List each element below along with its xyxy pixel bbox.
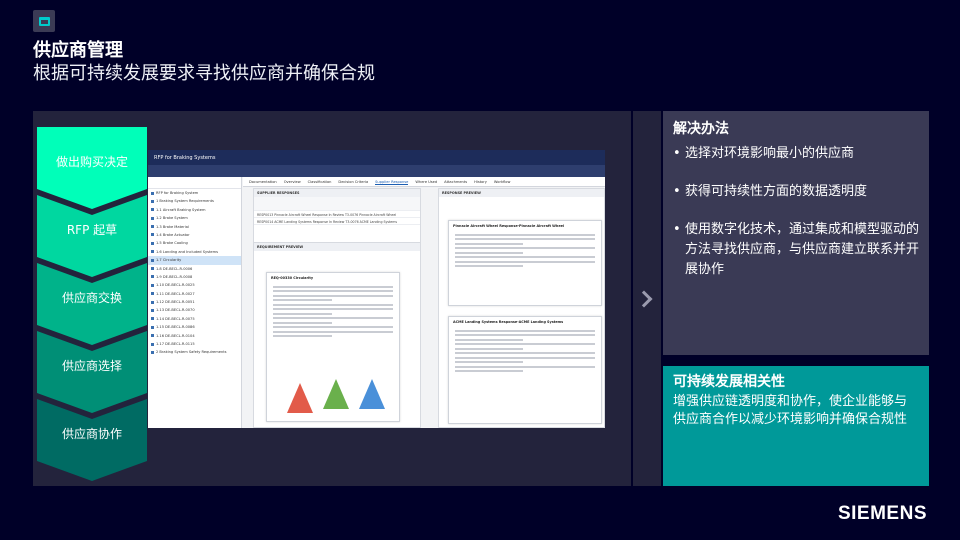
supplier-row: RESP0013 Pinnacle Aircraft Wheel Respons… xyxy=(254,211,420,218)
tree-node[interactable]: RFP for Braking System xyxy=(148,189,241,197)
process-step-label: RFP 起草 xyxy=(66,223,118,237)
tree-node[interactable]: 1.15 DE-BECL-R-0086 xyxy=(148,323,241,331)
solution-list: 选择对环境影响最小的供应商 获得可持续性方面的数据透明度 使用数字化技术，通过集… xyxy=(673,144,919,280)
screenshot-tab[interactable]: Supplier Response xyxy=(375,180,409,185)
screenshot-tab[interactable]: Attachments xyxy=(444,180,467,184)
tree-node[interactable]: 1.11 DE-BECL-R-0027 xyxy=(148,290,241,298)
sustainability-card: 可持续发展相关性 增强供应链透明度和协作，使企业能够与供应商合作以减少环境影响并… xyxy=(663,366,929,486)
tree-node[interactable]: 1.6 Landing and Included Systems xyxy=(148,248,241,256)
supplier-responses-pane: SUPPLIER RESPONSES RESP0013 Pinnacle Air… xyxy=(253,188,421,243)
solution-bullet: 选择对环境影响最小的供应商 xyxy=(673,144,919,164)
supplier-pane-title: SUPPLIER RESPONSES xyxy=(254,189,420,197)
diagram-triangle-blue xyxy=(359,379,385,409)
tree-node[interactable]: 1.5 Brake Cooling xyxy=(148,239,241,247)
solution-bullet: 获得可持续性方面的数据透明度 xyxy=(673,182,919,202)
tree-node[interactable]: 1.4 Brake Actuator xyxy=(148,231,241,239)
response-document-2: ACME Landing Systems Response-ACME Landi… xyxy=(448,316,602,424)
tree-node[interactable]: 1.7 Circularity xyxy=(148,256,241,265)
sustainability-heading: 可持续发展相关性 xyxy=(673,374,785,390)
sustainability-text: 增强供应链透明度和协作，使企业能够与供应商合作以减少环境影响并确保合规性 xyxy=(673,394,908,427)
tree-node[interactable]: 1 Braking System Requirements xyxy=(148,197,241,205)
screenshot-app-title: RFP for Braking Systems xyxy=(154,155,216,161)
screenshot-tab[interactable]: Documentation xyxy=(249,180,277,184)
software-screenshot: RFP for Braking Systems RFP for Braking … xyxy=(148,150,605,428)
screenshot-tab[interactable]: Overview xyxy=(284,180,301,184)
process-step-label: 供应商交换 xyxy=(61,291,122,305)
requirement-document: REQ-00330 Circularity xyxy=(266,272,400,422)
tree-node[interactable]: 1.12 DE-BECL-R-0051 xyxy=(148,298,241,306)
process-step-label: 做出购买决定 xyxy=(55,155,128,169)
tree-node[interactable]: 2 Braking System Safety Requirements xyxy=(148,348,241,356)
page-subtitle: 根据可持续发展要求寻找供应商并确保合规 xyxy=(33,63,375,84)
screenshot-tabs: Documentation Overview Classification Decis… xyxy=(243,177,605,187)
response-doc-title: Pinnacle Aircraft Wheel Response-Pinnacl… xyxy=(453,224,565,228)
supplier-row: RESP0014 ACME Landing Systems Response I… xyxy=(254,218,420,225)
tree-node[interactable]: 1.10 DE-BECL-R-0025 xyxy=(148,281,241,289)
app-logo-icon xyxy=(33,10,55,32)
response-doc-title: ACME Landing Systems Response-ACME Landi… xyxy=(453,320,564,324)
diagram-triangle-green xyxy=(323,379,349,409)
solution-card: 解决办法 选择对环境影响最小的供应商 获得可持续性方面的数据透明度 使用数字化技… xyxy=(663,111,929,355)
process-step-label: 供应商协作 xyxy=(61,427,122,441)
screenshot-tab[interactable]: Where Used xyxy=(415,180,437,184)
requirement-doc-title: REQ-00330 Circularity xyxy=(271,276,314,280)
process-step-label: 供应商选择 xyxy=(61,359,122,373)
tree-node[interactable]: 1.3 Brake Material xyxy=(148,223,241,231)
tree-toolbar xyxy=(148,177,241,189)
diagram-triangle-red xyxy=(287,383,313,413)
next-arrow-button[interactable] xyxy=(633,111,661,486)
tree-node[interactable]: 1.16 DE-BECL-R-0104 xyxy=(148,332,241,340)
response-document-1: Pinnacle Aircraft Wheel Response-Pinnacl… xyxy=(448,220,602,306)
tree-nodes: RFP for Braking System 1 Braking System R… xyxy=(148,189,241,357)
solution-heading: 解决办法 xyxy=(673,121,729,137)
page-title: 供应商管理 xyxy=(33,40,123,61)
screenshot-tab[interactable]: Decision Criteria xyxy=(338,180,368,184)
solution-bullet: 使用数字化技术，通过集成和模型驱动的方法寻找供应商，与供应商建立联系并开展协作 xyxy=(673,220,919,280)
siemens-logo: SIEMENS xyxy=(837,503,927,524)
tree-node[interactable]: 1.14 DE-BECL-R-0075 xyxy=(148,315,241,323)
req-pane-title: REQUIREMENT PREVIEW xyxy=(254,243,420,251)
tree-node[interactable]: 1.17 DE-BECL-R-0115 xyxy=(148,340,241,348)
screenshot-toolbar xyxy=(148,165,605,177)
screenshot-tab[interactable]: History xyxy=(474,180,487,184)
tree-node[interactable]: 1.13 DE-BECL-R-0070 xyxy=(148,306,241,314)
supplier-toolbar xyxy=(254,197,420,211)
resp-pane-title: RESPONSE PREVIEW xyxy=(439,189,604,197)
tree-node[interactable]: 1.8 DE-BECL-R-0006 xyxy=(148,265,241,273)
tree-node[interactable]: 1.9 DE-BECL-R-0008 xyxy=(148,273,241,281)
requirement-tree: RFP for Braking System 1 Braking System R… xyxy=(148,177,242,428)
screenshot-tab[interactable]: Classification xyxy=(308,180,332,184)
tree-node[interactable]: 1.1 Aircraft Braking System xyxy=(148,206,241,214)
tree-node[interactable]: 1.2 Brake System xyxy=(148,214,241,222)
screenshot-titlebar: RFP for Braking Systems xyxy=(148,150,605,165)
screenshot-tab[interactable]: Workflow xyxy=(494,180,511,184)
chevron-right-icon xyxy=(635,290,653,307)
